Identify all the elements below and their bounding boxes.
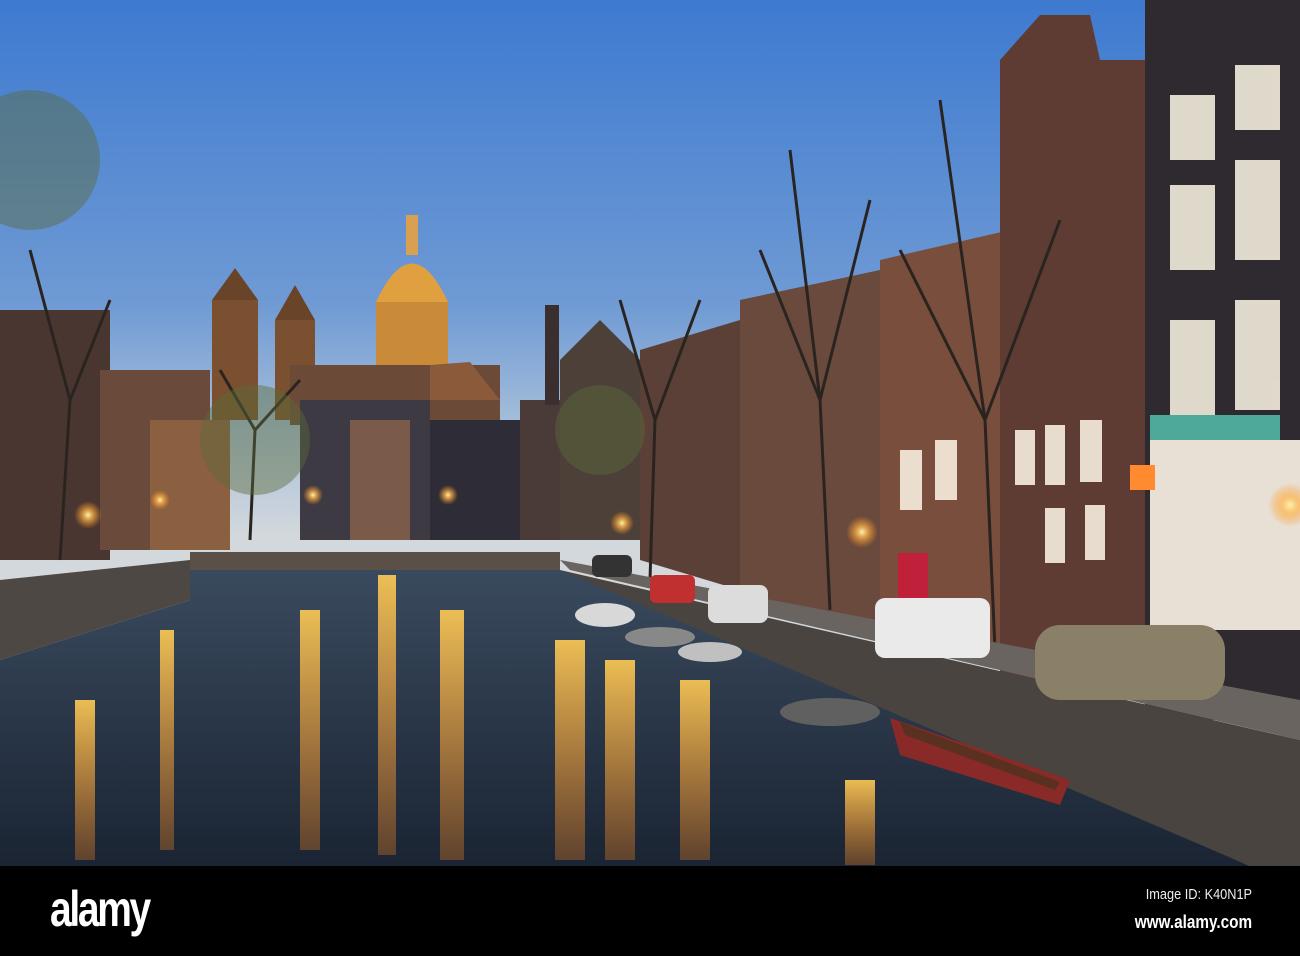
alamy-logo: alamy bbox=[50, 881, 151, 937]
watermark-bar: alamy Image ID: K40N1P www.alamy.com bbox=[0, 866, 1300, 956]
bridge bbox=[190, 552, 560, 570]
canal-scene-image bbox=[0, 0, 1300, 866]
watermark-url: www.alamy.com bbox=[1134, 912, 1252, 932]
image-id: Image ID: K40N1P bbox=[1145, 886, 1252, 903]
stock-photo: alamy Image ID: K40N1P www.alamy.com bbox=[0, 0, 1300, 956]
